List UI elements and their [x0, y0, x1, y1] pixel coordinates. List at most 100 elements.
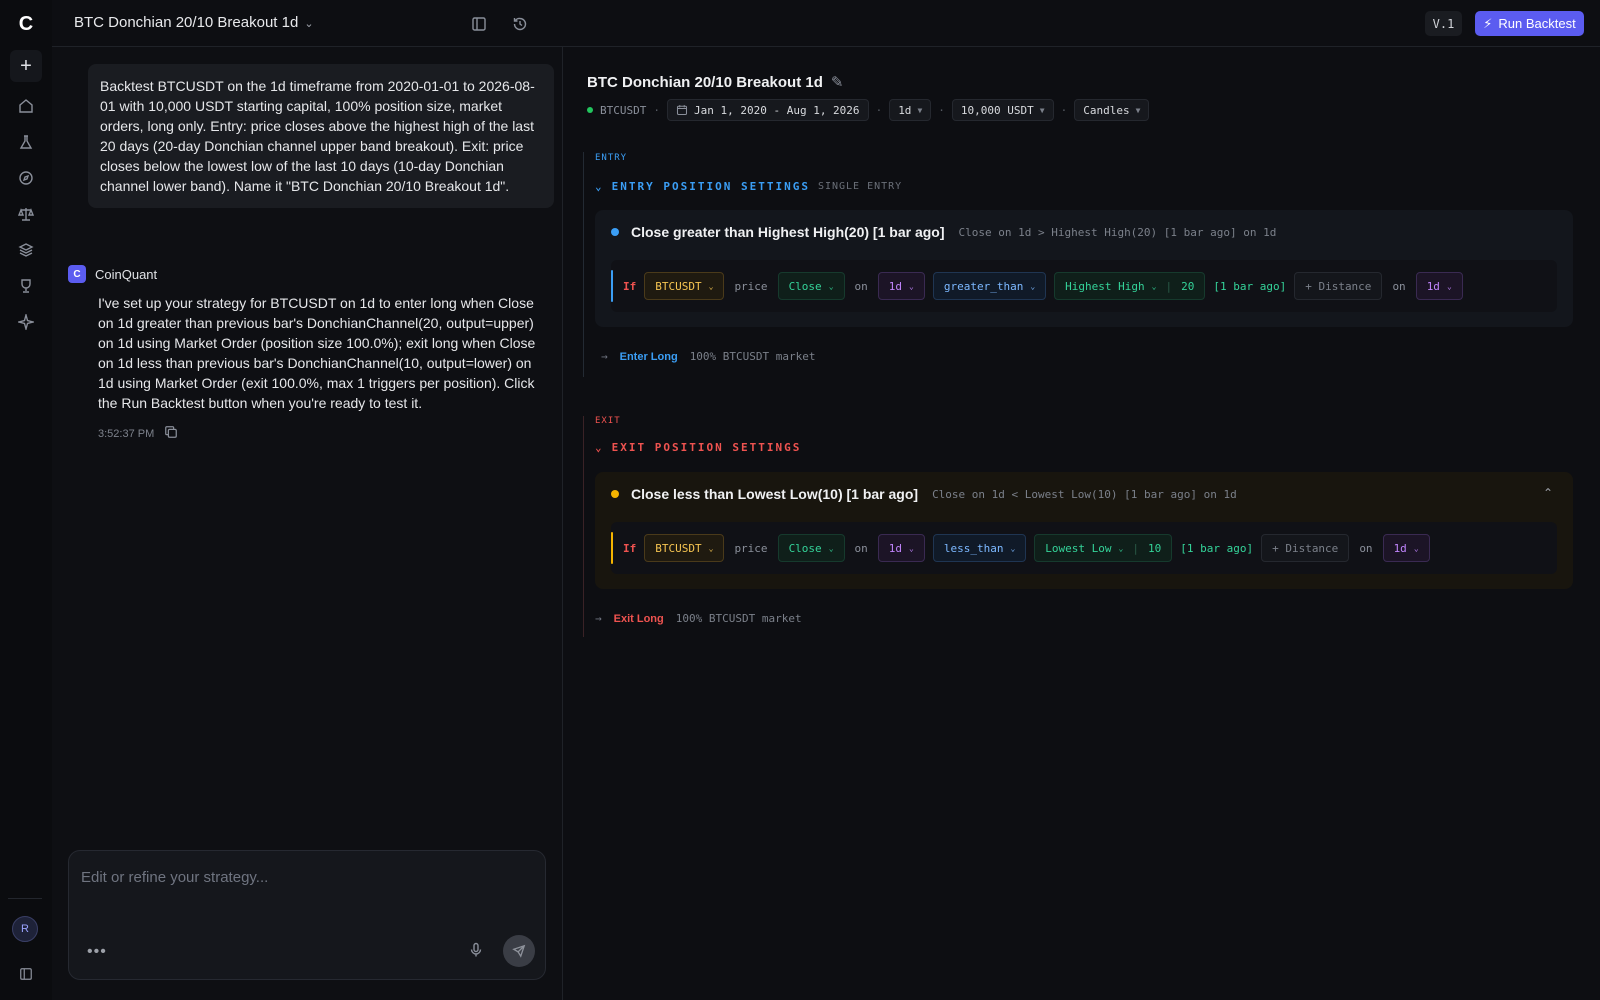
- rail-divider: [8, 898, 42, 899]
- symbol-label: BTCUSDT: [600, 103, 647, 117]
- indicator-value: Highest High: [1065, 279, 1145, 293]
- chevron-down-icon: ⌄: [1151, 281, 1157, 291]
- exit-action[interactable]: → Exit Long 100% BTCUSDT market: [595, 612, 802, 625]
- chart-type-value: Candles: [1083, 103, 1130, 117]
- on-label: on: [854, 279, 868, 293]
- entry-condition-name: Close greater than Highest High(20) [1 b…: [631, 224, 945, 240]
- chevron-down-icon: ⌄: [1446, 281, 1452, 291]
- entry-condition-desc: Close on 1d > Highest High(20) [1 bar ag…: [958, 225, 1277, 239]
- flask-icon[interactable]: [10, 126, 42, 158]
- chevron-down-icon: ⌄: [708, 543, 714, 553]
- chevron-down-icon: ⌄: [828, 281, 834, 291]
- exit-condition-card[interactable]: Close less than Lowest Low(10) [1 bar ag…: [595, 472, 1573, 589]
- version-badge[interactable]: V.1: [1425, 11, 1462, 36]
- period-value[interactable]: 10: [1148, 542, 1161, 555]
- trophy-icon[interactable]: [10, 270, 42, 302]
- capital-value: 10,000 USDT: [960, 103, 1034, 117]
- chart-type-select[interactable]: Candles ▼: [1074, 99, 1150, 121]
- strategy-panel: BTC Donchian 20/10 Breakout 1d ✎ BTCUSDT …: [563, 47, 1600, 1000]
- user-avatar[interactable]: R: [12, 916, 38, 942]
- exit-condition-row: If BTCUSDT ⌄ price Close ⌄ on 1d ⌄ less_tha…: [611, 522, 1557, 574]
- timeframe-select-2[interactable]: 1d ⌄: [1382, 534, 1430, 562]
- edit-pencil-icon[interactable]: ✎: [831, 73, 844, 91]
- timeframe-select-2[interactable]: 1d ⌄: [1415, 272, 1463, 300]
- capital-select[interactable]: 10,000 USDT ▼: [951, 99, 1054, 121]
- date-range-picker[interactable]: Jan 1, 2020 - Aug 1, 2026: [666, 99, 869, 121]
- run-backtest-label: Run Backtest: [1498, 16, 1576, 31]
- scales-icon[interactable]: [10, 198, 42, 230]
- more-options-icon[interactable]: •••: [87, 943, 107, 961]
- chevron-down-icon: ⌄: [1118, 543, 1124, 553]
- chevron-down-icon: ⌄: [1010, 543, 1016, 553]
- exit-condition-desc: Close on 1d < Lowest Low(10) [1 bar ago]…: [932, 487, 1237, 501]
- strategy-input[interactable]: [81, 869, 531, 886]
- app-logo-icon[interactable]: C: [10, 8, 42, 40]
- microphone-icon[interactable]: [465, 939, 487, 961]
- timeframe-value: 1d: [898, 103, 912, 117]
- timeframe-select-1[interactable]: 1d ⌄: [877, 534, 925, 562]
- exit-settings-toggle[interactable]: ⌄ EXIT POSITION SETTINGS: [595, 441, 801, 454]
- entry-condition-card[interactable]: Close greater than Highest High(20) [1 b…: [595, 210, 1573, 327]
- strategy-selector[interactable]: BTC Donchian 20/10 Breakout 1d ⌄: [74, 14, 314, 31]
- sidebar-toggle-icon[interactable]: [10, 958, 42, 990]
- chevron-down-icon: ⌄: [1030, 281, 1036, 291]
- period-value[interactable]: 20: [1181, 280, 1194, 293]
- exit-condition-dot: [611, 490, 619, 498]
- operator-select[interactable]: less_than ⌄: [932, 534, 1027, 562]
- if-label: If: [623, 541, 637, 555]
- symbol-select[interactable]: BTCUSDT ⌄: [644, 272, 725, 300]
- symbol-select[interactable]: BTCUSDT ⌄: [644, 534, 725, 562]
- copy-icon[interactable]: [164, 425, 178, 442]
- run-backtest-button[interactable]: ⚡ Run Backtest: [1475, 11, 1584, 36]
- home-icon[interactable]: [10, 90, 42, 122]
- panel-layout-icon[interactable]: [468, 13, 490, 35]
- sparkle-icon[interactable]: [10, 306, 42, 338]
- add-distance-button[interactable]: + Distance: [1261, 534, 1350, 562]
- strategy-title: BTC Donchian 20/10 Breakout 1d ✎: [587, 73, 843, 91]
- exit-tag: EXIT: [595, 416, 621, 426]
- price-source-select[interactable]: Close ⌄: [777, 272, 845, 300]
- exit-section: EXIT ⌄ EXIT POSITION SETTINGS Close less…: [583, 416, 1583, 646]
- icon-rail: C + R: [0, 0, 52, 1000]
- timeframe-select[interactable]: 1d ▼: [889, 99, 932, 121]
- entry-settings-toggle[interactable]: ⌄ ENTRY POSITION SETTINGS SINGLE ENTRY: [595, 180, 902, 193]
- symbol-value: BTCUSDT: [655, 541, 702, 555]
- add-distance-button[interactable]: + Distance: [1294, 272, 1383, 300]
- arrow-right-icon: →: [601, 350, 608, 363]
- exit-action-label: Exit Long: [613, 612, 664, 625]
- distance-label: + Distance: [1305, 279, 1372, 293]
- message-composer: •••: [68, 850, 546, 980]
- entry-subheading: SINGLE ENTRY: [817, 181, 903, 192]
- history-icon[interactable]: [509, 13, 531, 35]
- timeframe-value: 1d: [1426, 279, 1440, 293]
- bar-offset[interactable]: [1 bar ago]: [1213, 280, 1286, 293]
- operator-select[interactable]: greater_than ⌄: [932, 272, 1047, 300]
- on-label: on: [1392, 279, 1406, 293]
- lightning-icon: ⚡: [1483, 15, 1493, 31]
- indicator-select[interactable]: Lowest Low ⌄ | 10: [1034, 534, 1173, 562]
- assistant-message-text: I've set up your strategy for BTCUSDT on…: [98, 295, 536, 411]
- distance-label: + Distance: [1272, 541, 1339, 555]
- timeframe-value: 1d: [1393, 541, 1407, 555]
- exit-action-detail: 100% BTCUSDT market: [675, 612, 802, 625]
- assistant-message: C CoinQuant I've set up your strategy fo…: [68, 265, 538, 442]
- chevron-down-icon: ▼: [1135, 105, 1141, 115]
- entry-condition-dot: [611, 228, 619, 236]
- chat-panel: Backtest BTCUSDT on the 1d timeframe fro…: [52, 47, 563, 1000]
- new-strategy-plus-icon[interactable]: +: [10, 50, 42, 82]
- bar-offset[interactable]: [1 bar ago]: [1180, 542, 1253, 555]
- price-source-value: Close: [788, 541, 822, 555]
- chevron-down-icon: ⌄: [909, 281, 914, 291]
- symbol-value: BTCUSDT: [655, 279, 702, 293]
- indicator-select[interactable]: Highest High ⌄ | 20: [1054, 272, 1206, 300]
- exit-condition-name: Close less than Lowest Low(10) [1 bar ag…: [631, 486, 919, 502]
- price-source-select[interactable]: Close ⌄: [777, 534, 845, 562]
- indicator-value: Lowest Low: [1045, 541, 1112, 555]
- entry-action[interactable]: → Enter Long 100% BTCUSDT market: [601, 350, 816, 363]
- layers-icon[interactable]: [10, 234, 42, 266]
- send-button[interactable]: [503, 935, 535, 967]
- chevron-up-icon[interactable]: ⌃: [1543, 486, 1553, 500]
- calendar-icon: [676, 105, 688, 116]
- timeframe-select-1[interactable]: 1d ⌄: [877, 272, 925, 300]
- compass-icon[interactable]: [10, 162, 42, 194]
